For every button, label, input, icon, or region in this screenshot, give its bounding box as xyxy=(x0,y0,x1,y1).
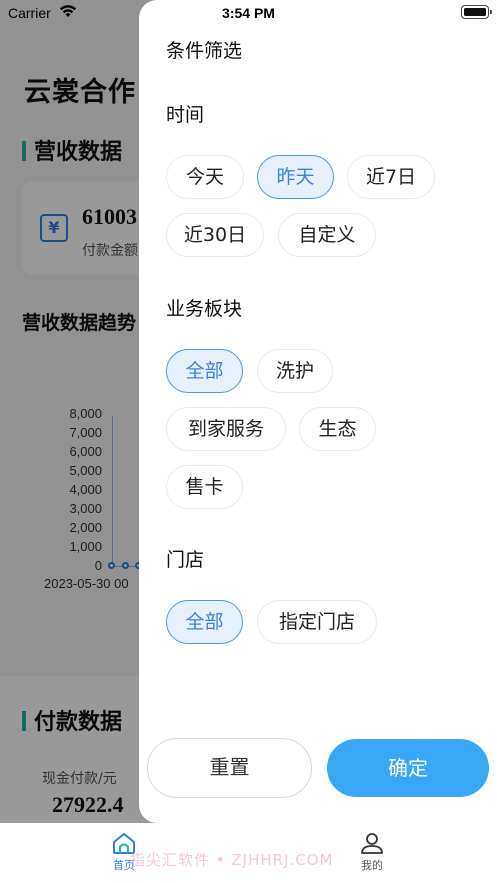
chip-today[interactable]: 今天 xyxy=(166,155,244,199)
confirm-button[interactable]: 确定 xyxy=(327,739,489,797)
chip-specific-store[interactable]: 指定门店 xyxy=(257,600,377,644)
time-group-label: 时间 xyxy=(166,104,205,126)
status-time: 3:54 PM xyxy=(222,5,275,21)
reset-button[interactable]: 重置 xyxy=(147,738,312,798)
chip-home-service[interactable]: 到家服务 xyxy=(166,407,286,451)
filter-title: 条件筛选 xyxy=(166,40,243,62)
chip-store-all[interactable]: 全部 xyxy=(166,600,243,644)
chip-laundry[interactable]: 洗护 xyxy=(257,349,333,393)
tab-mine[interactable]: 我的 xyxy=(342,831,402,873)
business-group-label: 业务板块 xyxy=(166,298,243,320)
chip-business-all[interactable]: 全部 xyxy=(166,349,243,393)
tab-bar: 首页 我的 指尖汇软件 • ZJHHRJ.COM xyxy=(0,823,497,883)
chip-custom[interactable]: 自定义 xyxy=(278,213,376,257)
filter-drawer: 3:54 PM 条件筛选 时间 今天 昨天 近7日 近30日 自定义 业务板块 … xyxy=(139,0,497,823)
battery-icon xyxy=(461,5,492,19)
tab-mine-label: 我的 xyxy=(361,859,383,872)
chip-last-30-days[interactable]: 近30日 xyxy=(166,213,264,257)
user-icon xyxy=(361,833,383,854)
chip-yesterday[interactable]: 昨天 xyxy=(257,155,334,199)
store-group-label: 门店 xyxy=(166,549,205,571)
chip-ecology[interactable]: 生态 xyxy=(299,407,376,451)
watermark-text: 指尖汇软件 • ZJHHRJ.COM xyxy=(130,851,334,869)
chip-last-7-days[interactable]: 近7日 xyxy=(347,155,435,199)
chip-card-sale[interactable]: 售卡 xyxy=(166,465,243,509)
